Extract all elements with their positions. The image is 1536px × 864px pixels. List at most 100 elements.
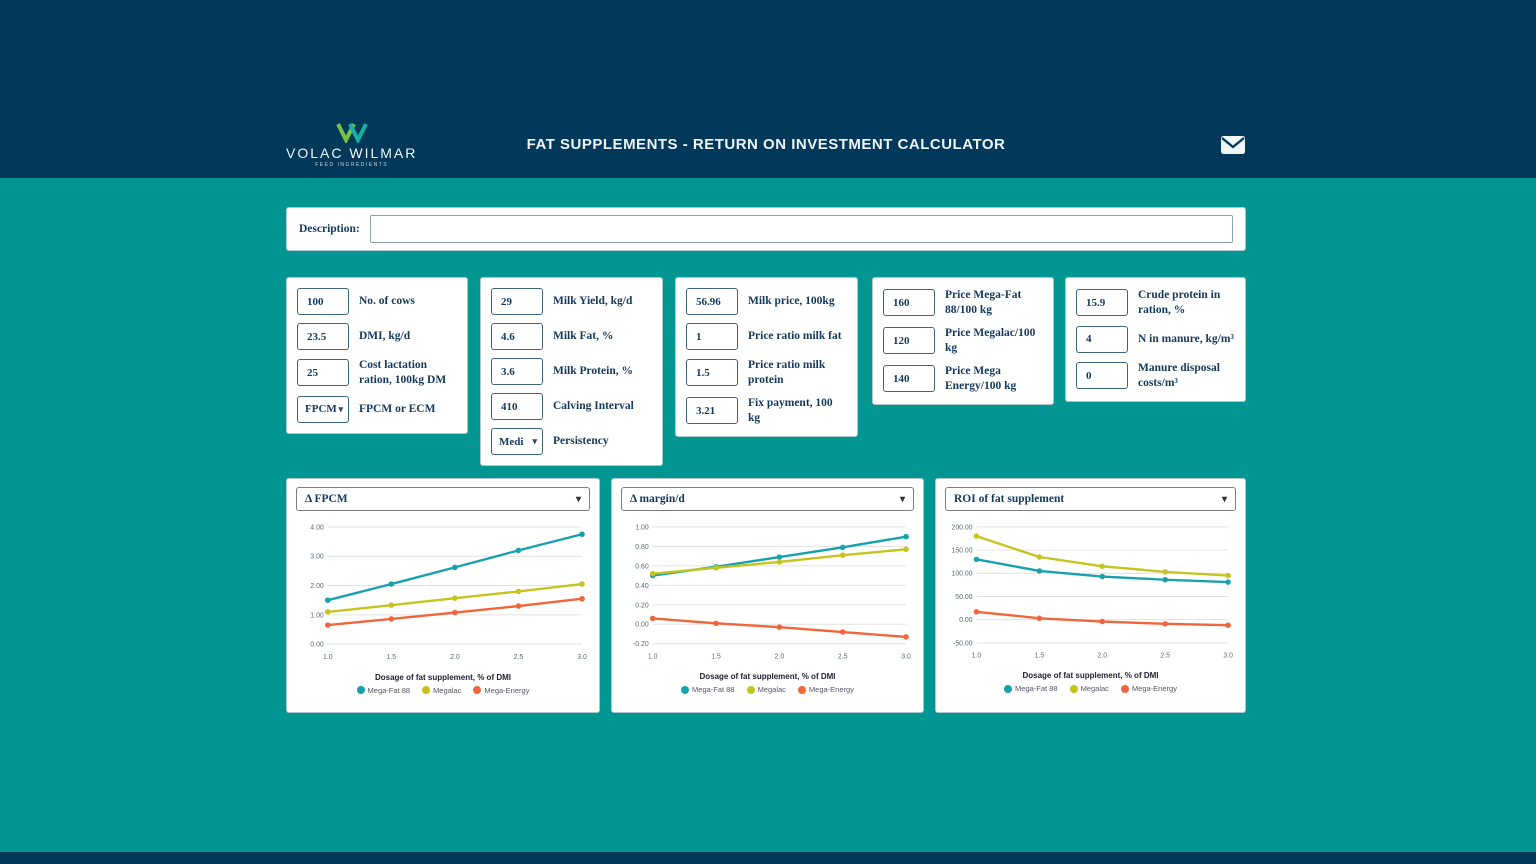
line-chart: 4.00 3.00 2.00 1.00 0.00 1.0 1.5 2.0 2.5 3.0: [296, 519, 590, 673]
svg-text:3.00: 3.00: [310, 554, 324, 561]
chart-xlabel: Dosage of fat supplement, % of DMI: [374, 672, 511, 682]
svg-text:1.5: 1.5: [1035, 653, 1045, 660]
svg-text:1.0: 1.0: [648, 654, 658, 661]
herd-panel: No. of cows DMI, kg/d Cost lactation rat…: [286, 277, 468, 434]
field-label: Milk Fat, %: [553, 330, 614, 343]
svg-text:50.00: 50.00: [955, 594, 972, 601]
crude-protein-input[interactable]: [1076, 289, 1128, 317]
chart-xlabel: Dosage of fat supplement, % of DMI: [699, 672, 836, 682]
chart-xlabel: Dosage of fat supplement, % of DMI: [1022, 671, 1159, 681]
legend-item: Mega-Energy: [1120, 684, 1177, 693]
line-chart: 200.00 150.00 100.00 50.00 0.00 -50.00 1.0 1.5 2…: [945, 519, 1236, 671]
protein-ratio-input[interactable]: [686, 359, 738, 387]
fix-payment-input[interactable]: [686, 397, 738, 425]
manure-cost-input[interactable]: [1076, 362, 1128, 390]
svg-text:0.40: 0.40: [635, 583, 649, 590]
description-input[interactable]: [369, 215, 1233, 243]
field-label: Cost lactation ration, 100kg DM: [359, 359, 447, 386]
chart-metric-value: Δ margin/d: [630, 493, 685, 505]
svg-text:0.60: 0.60: [635, 563, 649, 570]
chart-metric-value: ROI of fat supplement: [954, 493, 1065, 505]
svg-text:2.0: 2.0: [775, 654, 785, 661]
svg-text:1.5: 1.5: [711, 654, 721, 661]
svg-text:0.80: 0.80: [635, 544, 649, 551]
milk-yield-input[interactable]: [491, 288, 543, 315]
chart-metric-select[interactable]: ROI of fat supplement ▾: [945, 487, 1236, 511]
field-label: Price Mega-Fat 88/100 kg: [945, 289, 1022, 316]
chart-legend: Mega-Fat 88 Megalac Mega-Energy: [296, 686, 590, 695]
svg-text:3.0: 3.0: [577, 654, 587, 661]
legend-item: Mega-Energy: [473, 686, 529, 695]
select-value: FPCM: [305, 403, 337, 416]
chevron-down-icon: ▾: [532, 436, 537, 446]
legend-item: Megalac: [422, 686, 461, 695]
persistency-select[interactable]: Medi ▾: [491, 428, 543, 455]
ration-panel: Crude protein in ration, % N in manure, …: [1065, 277, 1246, 402]
milk-fat-input[interactable]: [491, 323, 543, 350]
field-label: FPCM or ECM: [359, 402, 436, 415]
megafat-price-input[interactable]: [883, 289, 935, 317]
field-label: No. of cows: [359, 295, 415, 308]
milk-price-panel: Milk price, 100kg Price ratio milk fat P…: [675, 277, 858, 437]
field-label: Price ratio milk fat: [748, 330, 842, 343]
logo: VOLAC WILMAR FEED INGREDIENTS: [286, 122, 417, 168]
fat-ratio-input[interactable]: [686, 323, 738, 350]
svg-text:0.20: 0.20: [635, 602, 649, 609]
svg-text:2.5: 2.5: [514, 654, 524, 661]
svg-text:150.00: 150.00: [952, 548, 973, 555]
chart-legend: Mega-Fat 88 Megalac Mega-Energy: [945, 684, 1236, 693]
no-of-cows-input[interactable]: [297, 288, 349, 315]
milk-protein-input[interactable]: [491, 358, 543, 385]
svg-text:0.00: 0.00: [959, 617, 973, 624]
field-label: Price Mega Energy/100 kg: [945, 364, 1017, 392]
svg-text:-50.00: -50.00: [953, 640, 973, 647]
milk-panel: Milk Yield, kg/d Milk Fat, % Milk Protei…: [480, 277, 663, 466]
calving-interval-input[interactable]: [491, 393, 543, 420]
ration-cost-input[interactable]: [297, 359, 349, 387]
field-label: Milk Yield, kg/d: [553, 295, 633, 308]
svg-text:2.00: 2.00: [310, 583, 324, 590]
megalac-price-input[interactable]: [883, 327, 935, 355]
chevron-down-icon: ▾: [899, 493, 905, 505]
description-label: Description:: [299, 223, 360, 235]
select-value: Medi: [499, 435, 524, 448]
svg-text:1.0: 1.0: [972, 653, 982, 660]
dmi-input[interactable]: [297, 323, 349, 350]
legend-item: Megalac: [746, 685, 786, 694]
n-manure-input[interactable]: [1076, 325, 1128, 353]
megaenergy-price-input[interactable]: [883, 365, 935, 393]
field-label: Persistency: [553, 435, 609, 448]
chart-card-roi: ROI of fat supplement ▾ 200.00 150.00 100.…: [935, 478, 1246, 713]
svg-text:-0.20: -0.20: [633, 641, 649, 648]
line-chart: 1.00 0.80 0.60 0.40 0.20 0.00 -0.20 1.0 1.5 2.0 2.…: [621, 519, 914, 672]
chevron-down-icon: ▾: [338, 403, 343, 414]
volac-wilmar-logo-icon: [335, 122, 368, 143]
chart-metric-value: Δ FPCM: [305, 493, 348, 505]
page: VOLAC WILMAR FEED INGREDIENTS FAT SUPPLE…: [0, 0, 1536, 864]
mail-icon[interactable]: [1220, 135, 1246, 155]
field-label: Manure disposal costs/m³: [1138, 361, 1220, 389]
chart-card-fpcm: Δ FPCM ▾ 4.00 3.00 2.00 1.00 0.00 1.0 1.5 2.0 2.…: [286, 478, 600, 713]
svg-text:2.5: 2.5: [1160, 653, 1170, 660]
chart-metric-select[interactable]: Δ margin/d ▾: [621, 487, 914, 511]
field-label: N in manure, kg/m³: [1138, 332, 1234, 345]
legend-item: Mega-Fat 88: [681, 685, 735, 694]
svg-text:1.00: 1.00: [310, 612, 324, 619]
legend-item: Mega-Fat 88: [356, 686, 410, 695]
field-label: DMI, kg/d: [359, 330, 411, 343]
chevron-down-icon: ▾: [575, 493, 581, 505]
chart-legend: Mega-Fat 88 Megalac Mega-Energy: [621, 685, 914, 694]
milk-price-input[interactable]: [686, 288, 738, 315]
fpcm-ecm-select[interactable]: FPCM ▾: [297, 395, 349, 423]
field-label: Crude protein in ration, %: [1138, 289, 1221, 316]
page-title: FAT SUPPLEMENTS - RETURN ON INVESTMENT C…: [526, 136, 1006, 153]
legend-item: Megalac: [1069, 684, 1109, 693]
logo-subtitle: FEED INGREDIENTS: [315, 161, 389, 168]
chart-metric-select[interactable]: Δ FPCM ▾: [296, 487, 590, 511]
svg-text:2.5: 2.5: [838, 654, 848, 661]
field-label: Milk Protein, %: [553, 365, 633, 378]
svg-text:2.0: 2.0: [450, 654, 460, 661]
chevron-down-icon: ▾: [1221, 493, 1227, 505]
field-label: Milk price, 100kg: [748, 295, 835, 308]
svg-text:200.00: 200.00: [952, 524, 973, 531]
